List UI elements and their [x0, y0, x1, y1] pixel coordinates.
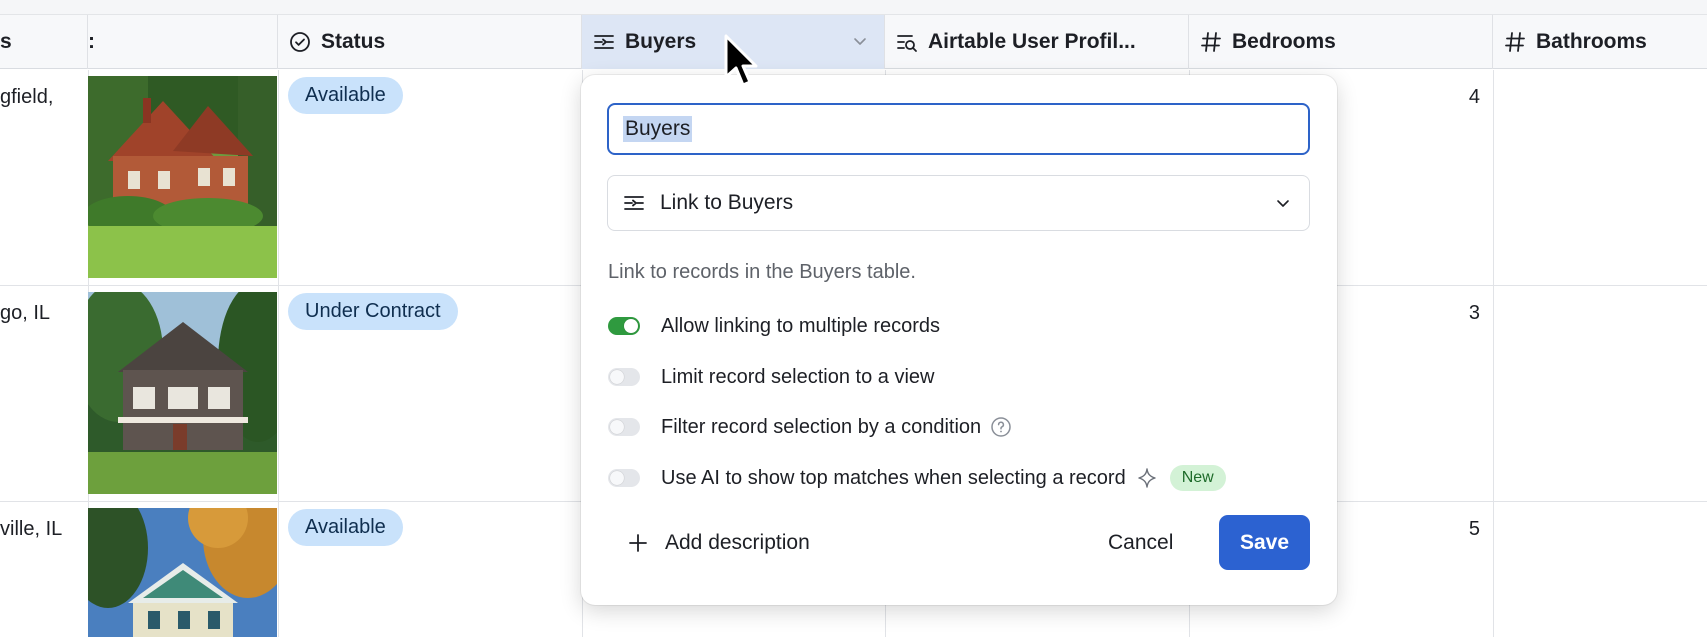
number-icon: [1505, 32, 1525, 52]
option-label: Limit record selection to a view: [661, 365, 935, 388]
save-button[interactable]: Save: [1219, 515, 1310, 570]
column-header-label: Bathrooms: [1536, 30, 1647, 53]
field-type-label: Link to Buyers: [660, 191, 794, 214]
column-divider: [1493, 70, 1494, 637]
status-badge[interactable]: Under Contract: [288, 293, 458, 330]
address-cell[interactable]: go, IL: [0, 302, 50, 325]
bedrooms-cell[interactable]: 4: [1440, 86, 1480, 109]
ai-matches-toggle[interactable]: [608, 469, 640, 487]
option-ai-matches: Use AI to show top matches when selectin…: [608, 463, 1226, 493]
allow-multiple-toggle[interactable]: [608, 317, 640, 335]
column-header-status[interactable]: Status: [278, 15, 582, 69]
option-filter-condition: Filter record selection by a condition: [608, 412, 1012, 442]
bedrooms-cell[interactable]: 3: [1440, 302, 1480, 325]
column-header-label: Airtable User Profil...: [928, 30, 1136, 53]
field-type-description: Link to records in the Buyers table.: [608, 261, 916, 283]
filter-condition-toggle[interactable]: [608, 418, 640, 436]
top-strip: [0, 0, 1707, 15]
option-label: Filter record selection by a condition: [661, 415, 982, 438]
new-badge: New: [1169, 465, 1226, 491]
field-type-select[interactable]: Link to Buyers: [607, 175, 1310, 231]
add-description-label: Add description: [665, 531, 810, 554]
column-header-label: :: [88, 30, 95, 53]
plus-icon: [629, 534, 647, 552]
add-description-button[interactable]: Add description: [627, 528, 810, 558]
column-header-profile[interactable]: Airtable User Profil...: [885, 15, 1189, 69]
sparkle-icon: [1137, 468, 1156, 488]
help-icon[interactable]: [990, 416, 1012, 438]
grid-header: s : Status Buyers Airtable User Profil..…: [0, 15, 1707, 69]
column-header-photo[interactable]: :: [88, 15, 278, 69]
column-header-label: Status: [321, 30, 386, 53]
field-name-input[interactable]: Buyers: [607, 103, 1310, 155]
single-select-icon: [290, 32, 310, 52]
chevron-down-icon: [1277, 200, 1289, 207]
option-allow-multiple: Allow linking to multiple records: [608, 311, 940, 341]
cancel-button[interactable]: Cancel: [1108, 523, 1173, 563]
column-header-label: Bedrooms: [1232, 30, 1336, 53]
limit-view-toggle[interactable]: [608, 368, 640, 386]
status-badge[interactable]: Available: [288, 77, 403, 114]
field-name-value: Buyers: [623, 116, 693, 142]
link-field-icon: [624, 196, 644, 210]
address-cell[interactable]: ville, IL: [0, 518, 62, 541]
chevron-down-icon[interactable]: [850, 31, 870, 51]
column-divider: [278, 70, 279, 637]
link-field-icon: [594, 35, 614, 49]
lookup-icon: [897, 35, 917, 52]
column-header-bathrooms[interactable]: Bathrooms: [1493, 15, 1707, 69]
column-header-label: s: [0, 30, 12, 53]
column-header-label: Buyers: [625, 30, 697, 53]
status-badge[interactable]: Available: [288, 509, 403, 546]
option-limit-view: Limit record selection to a view: [608, 362, 934, 392]
bedrooms-cell[interactable]: 5: [1440, 518, 1480, 541]
number-icon: [1201, 32, 1221, 52]
address-cell[interactable]: gfield,: [0, 86, 53, 109]
option-label: Use AI to show top matches when selectin…: [661, 466, 1126, 489]
house-photo[interactable]: [88, 292, 277, 494]
house-photo[interactable]: [88, 508, 277, 637]
column-header-bedrooms[interactable]: Bedrooms: [1189, 15, 1493, 69]
mouse-cursor-icon: [724, 34, 758, 87]
column-header-address[interactable]: s: [0, 15, 88, 69]
house-photo[interactable]: [88, 76, 277, 278]
option-label: Allow linking to multiple records: [661, 314, 941, 337]
field-config-popup: Buyers Link to Buyers Link to records in…: [581, 75, 1337, 605]
